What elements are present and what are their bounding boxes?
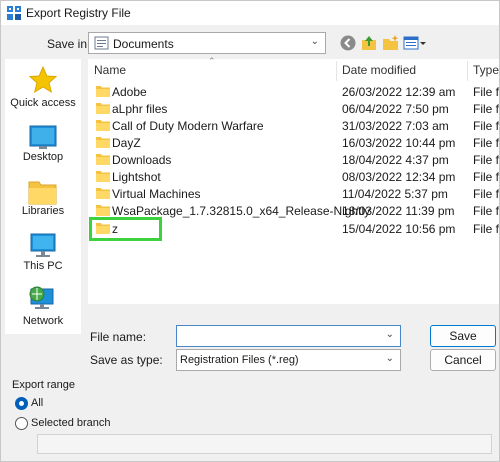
all-radio[interactable] — [15, 397, 28, 410]
file-date: 08/03/2022 12:34 pm — [342, 170, 456, 184]
file-type: File fo — [473, 85, 499, 99]
chevron-down-icon[interactable]: ⌄ — [386, 329, 394, 340]
file-type: File fo — [473, 204, 499, 218]
file-date: 06/04/2022 7:50 pm — [342, 102, 449, 116]
place-label: Network — [22, 315, 64, 327]
chevron-down-icon: ⌄ — [310, 36, 319, 47]
place-label: Desktop — [22, 151, 64, 163]
place-label: Quick access — [10, 97, 76, 109]
file-row[interactable]: DayZ 16/03/2022 10:44 pm File fo — [88, 134, 499, 151]
column-divider[interactable] — [336, 61, 337, 81]
back-icon[interactable] — [339, 34, 357, 52]
file-type: File fo — [473, 187, 499, 201]
chevron-down-icon: ⌄ — [385, 353, 394, 364]
file-type: File fo — [473, 153, 499, 167]
column-header-type[interactable]: Type — [473, 63, 499, 77]
folder-icon — [96, 137, 110, 148]
export-registry-dialog: Export Registry File Save in: Documents … — [0, 0, 500, 462]
network-icon — [29, 286, 54, 309]
save-button[interactable]: Save — [430, 325, 496, 347]
sort-caret-icon: ⌃ — [208, 56, 216, 66]
column-divider[interactable] — [467, 61, 468, 81]
places-bar: Quick access Desktop Libraries This PC N… — [5, 59, 81, 334]
file-date: 16/03/2022 10:44 pm — [342, 136, 456, 150]
folder-icon — [96, 188, 110, 199]
file-row[interactable]: Lightshot 08/03/2022 12:34 pm File fo — [88, 168, 499, 185]
folder-icon — [96, 86, 110, 97]
file-name: Lightshot — [112, 170, 161, 184]
star-icon — [28, 65, 58, 94]
file-name: Virtual Machines — [112, 187, 201, 201]
cancel-button[interactable]: Cancel — [430, 349, 496, 371]
place-libraries[interactable]: Libraries — [5, 177, 81, 221]
window-title: Export Registry File — [26, 6, 131, 20]
highlight-box — [89, 217, 162, 241]
file-type: File fo — [473, 170, 499, 184]
place-this-pc[interactable]: This PC — [5, 231, 81, 275]
place-label: This PC — [23, 260, 63, 272]
file-name: Call of Duty Modern Warfare — [112, 119, 264, 133]
libraries-icon — [28, 181, 57, 205]
file-row[interactable]: aLphr files 06/04/2022 7:50 pm File fo — [88, 100, 499, 117]
documents-folder-icon — [94, 36, 109, 50]
file-type: File fo — [473, 136, 499, 150]
save-in-label: Save in: — [47, 37, 91, 51]
file-type: File fo — [473, 222, 499, 236]
export-range-title: Export range — [12, 379, 75, 391]
file-row[interactable]: Call of Duty Modern Warfare 31/03/2022 7… — [88, 117, 499, 134]
registry-editor-icon — [7, 6, 21, 20]
file-name: WsaPackage_1.7.32815.0_x64_Release-Night… — [112, 204, 371, 218]
all-radio-label[interactable]: All — [31, 397, 43, 409]
file-date: 26/03/2022 12:39 am — [342, 85, 456, 99]
file-date: 18/04/2022 4:37 pm — [342, 153, 449, 167]
view-menu-icon[interactable] — [403, 34, 427, 52]
file-type: File fo — [473, 102, 499, 116]
save-in-value: Documents — [113, 37, 174, 51]
desktop-icon — [29, 125, 57, 149]
file-name: aLphr files — [112, 102, 168, 116]
file-date: 31/03/2022 7:03 am — [342, 119, 449, 133]
folder-icon — [96, 103, 110, 114]
file-date: 18/03/2022 11:39 pm — [342, 204, 455, 218]
place-desktop[interactable]: Desktop — [5, 123, 81, 167]
file-name-label: File name: — [90, 330, 147, 344]
column-header-date-modified[interactable]: Date modified — [342, 63, 416, 77]
file-type: File fo — [473, 119, 499, 133]
save-in-combo[interactable]: Documents ⌄ — [88, 32, 326, 54]
save-as-type-label: Save as type: — [90, 353, 163, 367]
place-quick-access[interactable]: Quick access — [5, 65, 81, 113]
file-row[interactable]: Adobe 26/03/2022 12:39 am File fo — [88, 83, 499, 100]
column-header-name[interactable]: Name — [94, 63, 126, 77]
place-label: Libraries — [21, 205, 65, 217]
file-row[interactable]: Downloads 18/04/2022 4:37 pm File fo — [88, 151, 499, 168]
folder-icon — [96, 154, 110, 165]
file-name-input[interactable]: ⌄ — [176, 325, 401, 347]
new-folder-icon[interactable] — [382, 34, 400, 52]
file-name: Adobe — [112, 85, 147, 99]
selected-branch-label[interactable]: Selected branch — [31, 417, 111, 429]
selected-branch-input[interactable] — [37, 434, 492, 454]
file-list: ⌃ Name Date modified Type Adobe 26/03/20… — [88, 56, 499, 304]
file-name: DayZ — [112, 136, 141, 150]
folder-icon — [96, 120, 110, 131]
folder-icon — [96, 171, 110, 182]
file-row[interactable]: Virtual Machines 11/04/2022 5:37 pm File… — [88, 185, 499, 202]
title-bar: Export Registry File — [1, 1, 499, 25]
save-as-type-value: Registration Files (*.reg) — [180, 354, 299, 366]
place-network[interactable]: Network — [5, 285, 81, 331]
up-folder-icon[interactable] — [360, 34, 378, 52]
file-date: 11/04/2022 5:37 pm — [342, 187, 448, 201]
file-name: Downloads — [112, 153, 172, 167]
save-as-type-select[interactable]: Registration Files (*.reg) ⌄ — [176, 349, 401, 371]
selected-branch-radio[interactable] — [15, 417, 28, 430]
computer-icon — [30, 233, 56, 257]
file-date: 15/04/2022 10:56 pm — [342, 222, 456, 236]
folder-icon — [96, 205, 110, 216]
